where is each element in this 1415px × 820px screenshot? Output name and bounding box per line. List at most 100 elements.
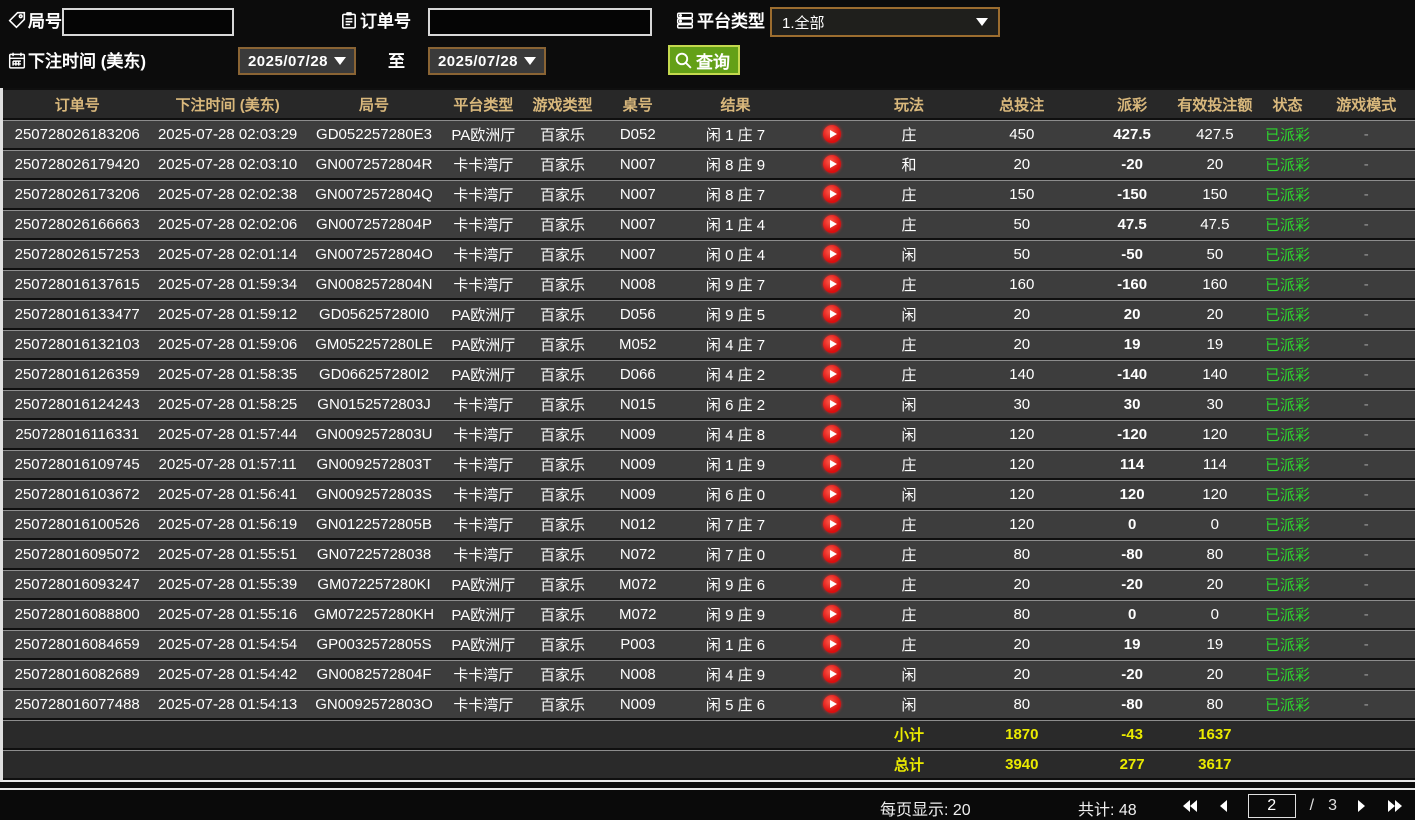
cell-order-no: 250728016088800 [3, 600, 152, 628]
table-row: 250728016109745 2025-07-28 01:57:11 GN00… [3, 450, 1415, 478]
cell-platform: 卡卡湾厅 [444, 420, 523, 448]
play-replay-icon[interactable] [823, 245, 842, 264]
play-replay-icon[interactable] [823, 575, 842, 594]
cell-platform: 卡卡湾厅 [444, 690, 523, 718]
first-page-button[interactable] [1180, 796, 1200, 816]
round-number-input[interactable] [62, 8, 234, 36]
cell-game-type: 百家乐 [522, 240, 603, 268]
cell-valid-bet: 120 [1172, 420, 1258, 448]
play-replay-icon[interactable] [823, 695, 842, 714]
bet-time-label: 下注时间 (美东) [28, 52, 147, 71]
cell-payout: 19 [1092, 330, 1173, 358]
cell-bet-time: 2025-07-28 02:01:14 [151, 240, 304, 268]
calendar-icon [8, 51, 26, 69]
cell-order-no: 250728016124243 [3, 390, 152, 418]
date-to-picker[interactable]: 2025/07/28 [428, 47, 546, 75]
cell-round-no: GD052257280E3 [303, 120, 445, 148]
cell-round-no: GP0032572805S [303, 630, 445, 658]
cell-result: 闲 6 庄 0 [672, 480, 799, 508]
play-replay-icon[interactable] [823, 215, 842, 234]
cell-play-type: 庄 [866, 540, 952, 568]
table-row: 250728016103672 2025-07-28 01:56:41 GN00… [3, 480, 1415, 508]
table-row: 250728016082689 2025-07-28 01:54:42 GN00… [3, 660, 1415, 688]
cell-status: 已派彩 [1257, 330, 1318, 358]
clipboard-icon [340, 11, 358, 29]
cell-result: 闲 1 庄 7 [672, 120, 799, 148]
col-total-bet: 总投注 [951, 90, 1092, 118]
play-replay-icon[interactable] [823, 395, 842, 414]
cell-result: 闲 9 庄 6 [672, 570, 799, 598]
play-replay-icon[interactable] [823, 545, 842, 564]
cell-table-no: N008 [602, 270, 673, 298]
cell-valid-bet: 20 [1172, 660, 1258, 688]
cell-round-no: GN0092572803S [303, 480, 445, 508]
cell-play-type: 和 [866, 150, 952, 178]
play-replay-icon[interactable] [823, 305, 842, 324]
cell-platform: PA欧洲厅 [444, 600, 523, 628]
cell-result: 闲 9 庄 5 [672, 300, 799, 328]
play-replay-icon[interactable] [823, 635, 842, 654]
cell-status: 已派彩 [1257, 630, 1318, 658]
subtotal-payout: -43 [1092, 720, 1173, 748]
cell-replay [798, 540, 867, 568]
cell-total-bet: 80 [951, 690, 1092, 718]
prev-page-button[interactable] [1214, 796, 1234, 816]
cell-payout: -140 [1092, 360, 1173, 388]
cell-table-no: N012 [602, 510, 673, 538]
last-page-button[interactable] [1385, 796, 1405, 816]
cell-status: 已派彩 [1257, 510, 1318, 538]
play-replay-icon[interactable] [823, 455, 842, 474]
cell-game-mode: - [1317, 210, 1415, 238]
cell-table-no: P003 [602, 630, 673, 658]
search-button[interactable]: 查询 [668, 45, 740, 75]
cell-platform: 卡卡湾厅 [444, 660, 523, 688]
play-replay-icon[interactable] [823, 515, 842, 534]
cell-result: 闲 1 庄 4 [672, 210, 799, 238]
cell-order-no: 250728016084659 [3, 630, 152, 658]
table-row: 250728016095072 2025-07-28 01:55:51 GN07… [3, 540, 1415, 568]
cell-play-type: 闲 [866, 420, 952, 448]
page-number-input[interactable] [1247, 794, 1296, 818]
play-replay-icon[interactable] [823, 335, 842, 354]
cell-game-type: 百家乐 [522, 120, 603, 148]
play-replay-icon[interactable] [823, 125, 842, 144]
platform-type-select[interactable]: 1.全部 [770, 7, 1000, 37]
play-replay-icon[interactable] [823, 425, 842, 444]
cell-game-type: 百家乐 [522, 150, 603, 178]
table-row: 250728026173206 2025-07-28 02:02:38 GN00… [3, 180, 1415, 208]
cell-valid-bet: 120 [1172, 480, 1258, 508]
cell-bet-time: 2025-07-28 01:55:39 [151, 570, 304, 598]
cell-replay [798, 630, 867, 658]
cell-total-bet: 80 [951, 540, 1092, 568]
cell-table-no: D066 [602, 360, 673, 388]
cell-game-type: 百家乐 [522, 450, 603, 478]
chevron-down-icon [976, 18, 988, 26]
cell-round-no: GM072257280KI [303, 570, 445, 598]
cell-total-bet: 120 [951, 450, 1092, 478]
play-replay-icon[interactable] [823, 365, 842, 384]
cell-play-type: 庄 [866, 450, 952, 478]
play-replay-icon[interactable] [823, 605, 842, 624]
play-replay-icon[interactable] [823, 485, 842, 504]
cell-payout: -80 [1092, 690, 1173, 718]
play-replay-icon[interactable] [823, 185, 842, 204]
next-page-button[interactable] [1351, 796, 1371, 816]
cell-status: 已派彩 [1257, 210, 1318, 238]
cell-order-no: 250728016093247 [3, 570, 152, 598]
cell-total-bet: 20 [951, 570, 1092, 598]
cell-game-mode: - [1317, 330, 1415, 358]
cell-valid-bet: 0 [1172, 510, 1258, 538]
cell-round-no: GN0072572804O [303, 240, 445, 268]
cell-play-type: 闲 [866, 240, 952, 268]
play-replay-icon[interactable] [823, 665, 842, 684]
cell-status: 已派彩 [1257, 270, 1318, 298]
date-from-picker[interactable]: 2025/07/28 [238, 47, 356, 75]
play-replay-icon[interactable] [823, 275, 842, 294]
cell-game-mode: - [1317, 390, 1415, 418]
cell-replay [798, 120, 867, 148]
cell-platform: 卡卡湾厅 [444, 540, 523, 568]
play-replay-icon[interactable] [823, 155, 842, 174]
cell-game-type: 百家乐 [522, 360, 603, 388]
cell-play-type: 闲 [866, 300, 952, 328]
order-number-input[interactable] [428, 8, 652, 36]
